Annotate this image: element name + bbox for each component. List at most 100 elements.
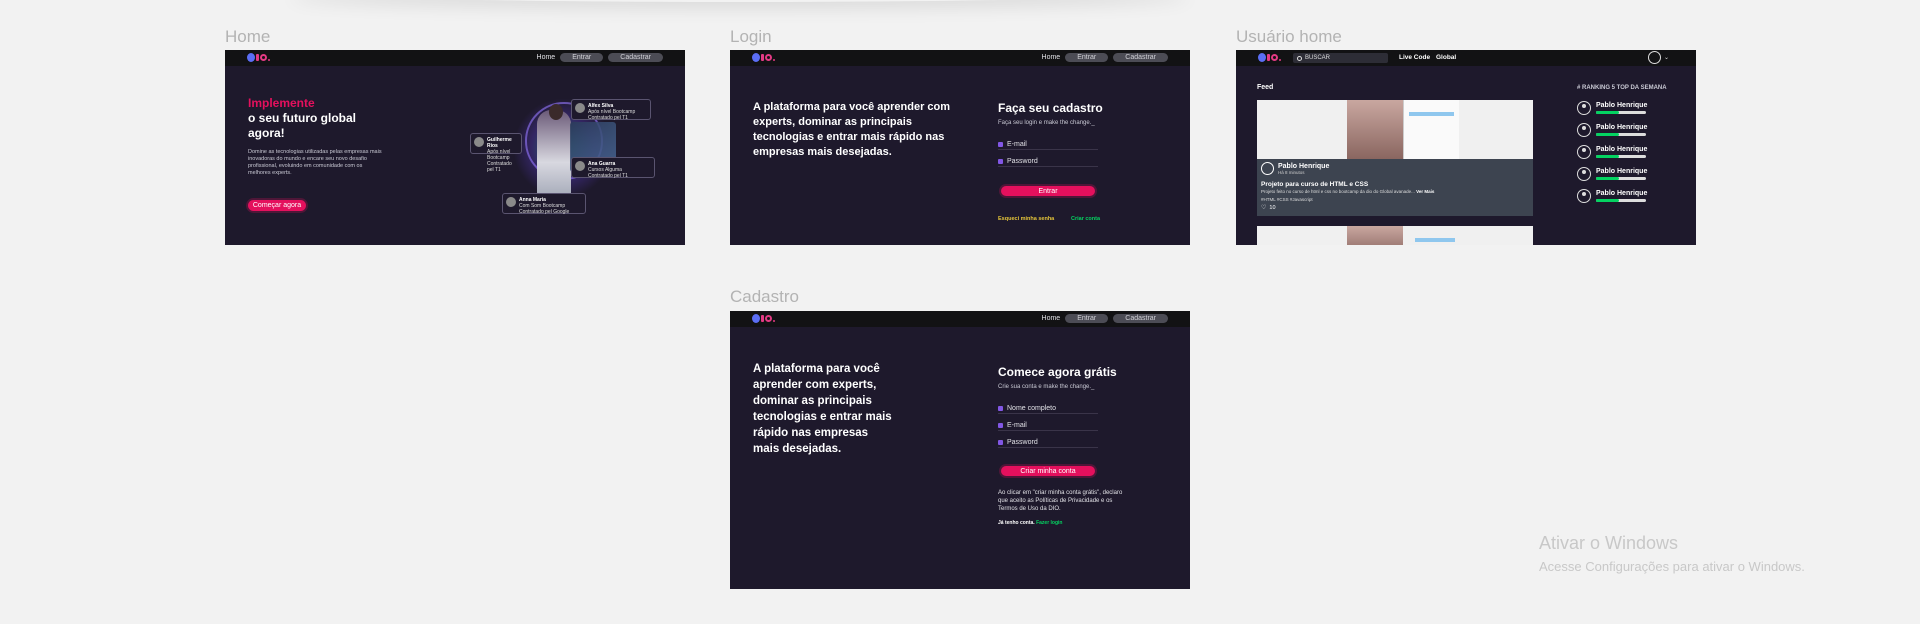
post-time: Há 8 minutos [1278,169,1305,175]
nav-login-button[interactable]: Entrar [1065,53,1109,62]
signup-title: Comece agora grátis [998,365,1117,379]
ranking-title: # RANKING 5 TOP DA SEMANA [1577,85,1667,91]
ranking-name: Pablo Henrique [1596,146,1648,153]
home-cta-button[interactable]: Começar agora [248,200,306,211]
password-field[interactable]: Password [998,438,1098,448]
windows-activation-subtitle: Acesse Configurações para ativar o Windo… [1539,559,1805,574]
post-author[interactable]: Pablo Henrique [1278,163,1329,170]
nav-signup-button[interactable]: Cadastrar [608,53,663,62]
nav-home-link[interactable]: Home [1042,315,1061,322]
nav-home-link[interactable]: Home [537,54,556,61]
frame-label-home: Home [225,27,271,46]
ranking-item[interactable]: Pablo Henrique [1577,189,1647,203]
email-placeholder: E-mail [1007,422,1027,429]
ranking-item[interactable]: Pablo Henrique [1577,101,1647,115]
login-submit-button[interactable]: Entrar [1001,186,1095,196]
create-account-link[interactable]: Criar conta [1071,216,1100,222]
ranking-progress-bar [1596,111,1646,114]
nav-login-button[interactable]: Entrar [1065,314,1109,323]
email-field[interactable]: E-mail [998,140,1098,150]
post-text: Projeto feito no curso de html e css no … [1261,189,1415,194]
terms-text: Ao clicar em "criar minha conta grátis",… [998,490,1123,512]
password-field[interactable]: Password [998,157,1098,167]
heart-icon[interactable]: ♡ [1261,204,1266,211]
post-like-count: 10 [1269,204,1276,211]
ranking-progress-bar [1596,133,1646,136]
dio-logo[interactable] [752,53,775,62]
post-image-left [1347,226,1403,245]
login-navbar: Home Entrar Cadastrar [730,50,1190,66]
ranking-item[interactable]: Pablo Henrique [1577,167,1647,181]
user-home-navbar: BUSCAR Live Code Global ⌄ [1236,50,1696,66]
feed-title: Feed [1257,84,1274,91]
password-placeholder: Password [1007,439,1038,446]
card-sub: Contratado pel T1 [588,115,628,121]
ranking-progress-bar [1596,199,1646,202]
mail-icon [998,142,1003,147]
post-body: Pablo Henrique Há 8 minutos Projeto para… [1257,159,1533,216]
signup-subtitle: Crie sua conta e make the change._ [998,384,1095,390]
have-account-text: Já tenho conta. [998,520,1035,526]
canvas-top-shadow [290,0,1190,2]
nav-live-code-link[interactable]: Live Code [1399,54,1430,61]
post-card[interactable]: Pablo Henrique Há 8 minutos Projeto para… [1257,100,1533,216]
ranking-item[interactable]: Pablo Henrique [1577,123,1647,137]
avatar [575,161,585,171]
login-pitch: A plataforma para você aprender com expe… [753,101,951,158]
dio-logo[interactable] [247,53,270,62]
card-text: Após nível Bootcamp [487,149,511,161]
search-icon [1297,55,1302,61]
post-image-right [1403,100,1459,159]
avatar [1577,167,1591,181]
lock-icon [998,159,1003,164]
ranking-name: Pablo Henrique [1596,102,1648,109]
post-card[interactable] [1257,226,1533,245]
login-frame: Home Entrar Cadastrar A plataforma para … [730,50,1190,245]
signup-frame: Home Entrar Cadastrar A plataforma para … [730,311,1190,589]
ranking-item[interactable]: Pablo Henrique [1577,145,1647,159]
full-name-field[interactable]: Nome completo [998,404,1098,414]
frame-label-login: Login [730,27,772,46]
ranking-name: Pablo Henrique [1596,190,1648,197]
user-avatar[interactable] [1648,51,1661,64]
see-more-link[interactable]: Ver Mais [1416,189,1434,194]
dio-logo[interactable] [752,314,775,323]
full-name-placeholder: Nome completo [1007,405,1057,412]
frame-label-user-home: Usuário home [1236,27,1342,46]
post-title: Projeto para curso de HTML e CSS [1261,181,1369,188]
card-sub: Contratado pel T1 [487,161,512,173]
search-input[interactable]: BUSCAR [1293,53,1388,63]
forgot-password-link[interactable]: Esqueci minha senha [998,216,1054,222]
home-headline-accent: Implemente [248,96,315,110]
mail-icon [998,423,1003,428]
nav-signup-button[interactable]: Cadastrar [1113,53,1168,62]
testimonial-card: Guilherme Rios Após nível Bootcamp Contr… [470,133,522,173]
avatar [1577,145,1591,159]
user-home-frame: BUSCAR Live Code Global ⌄ Feed Pablo Hen… [1236,50,1696,245]
home-description: Domine as tecnologias utilizadas pelas e… [248,149,382,176]
signup-pitch: A plataforma para você aprender com expe… [753,363,892,455]
card-sub: Contratado pel T1 [588,173,628,179]
testimonial-card: Anna Maria Com Som Bootcamp Contratado p… [502,193,586,215]
hero-person-head [549,104,563,120]
post-image-right [1415,238,1455,242]
home-frame: Home Entrar Cadastrar Implemente o seu f… [225,50,685,245]
nav-signup-button[interactable]: Cadastrar [1113,314,1168,323]
login-link[interactable]: Fazer login [1036,520,1062,526]
nav-home-link[interactable]: Home [1042,54,1061,61]
login-title: Faça seu cadastro [998,101,1103,115]
lock-icon [998,440,1003,445]
email-field[interactable]: E-mail [998,421,1098,431]
post-tags[interactable]: #HTML #CSS #Javascript [1261,197,1529,202]
chevron-down-icon[interactable]: ⌄ [1664,54,1669,61]
nav-global-link[interactable]: Global [1436,54,1456,61]
dio-logo[interactable] [1258,53,1281,62]
ranking-name: Pablo Henrique [1596,124,1648,131]
signup-submit-button[interactable]: Criar minha conta [1001,466,1095,476]
search-placeholder: BUSCAR [1305,55,1331,61]
nav-login-button[interactable]: Entrar [560,53,604,62]
post-image-left [1347,100,1403,159]
hero-person-image [537,110,571,205]
ranking-name: Pablo Henrique [1596,168,1648,175]
login-subtitle: Faça seu login e make the change._ [998,120,1095,126]
